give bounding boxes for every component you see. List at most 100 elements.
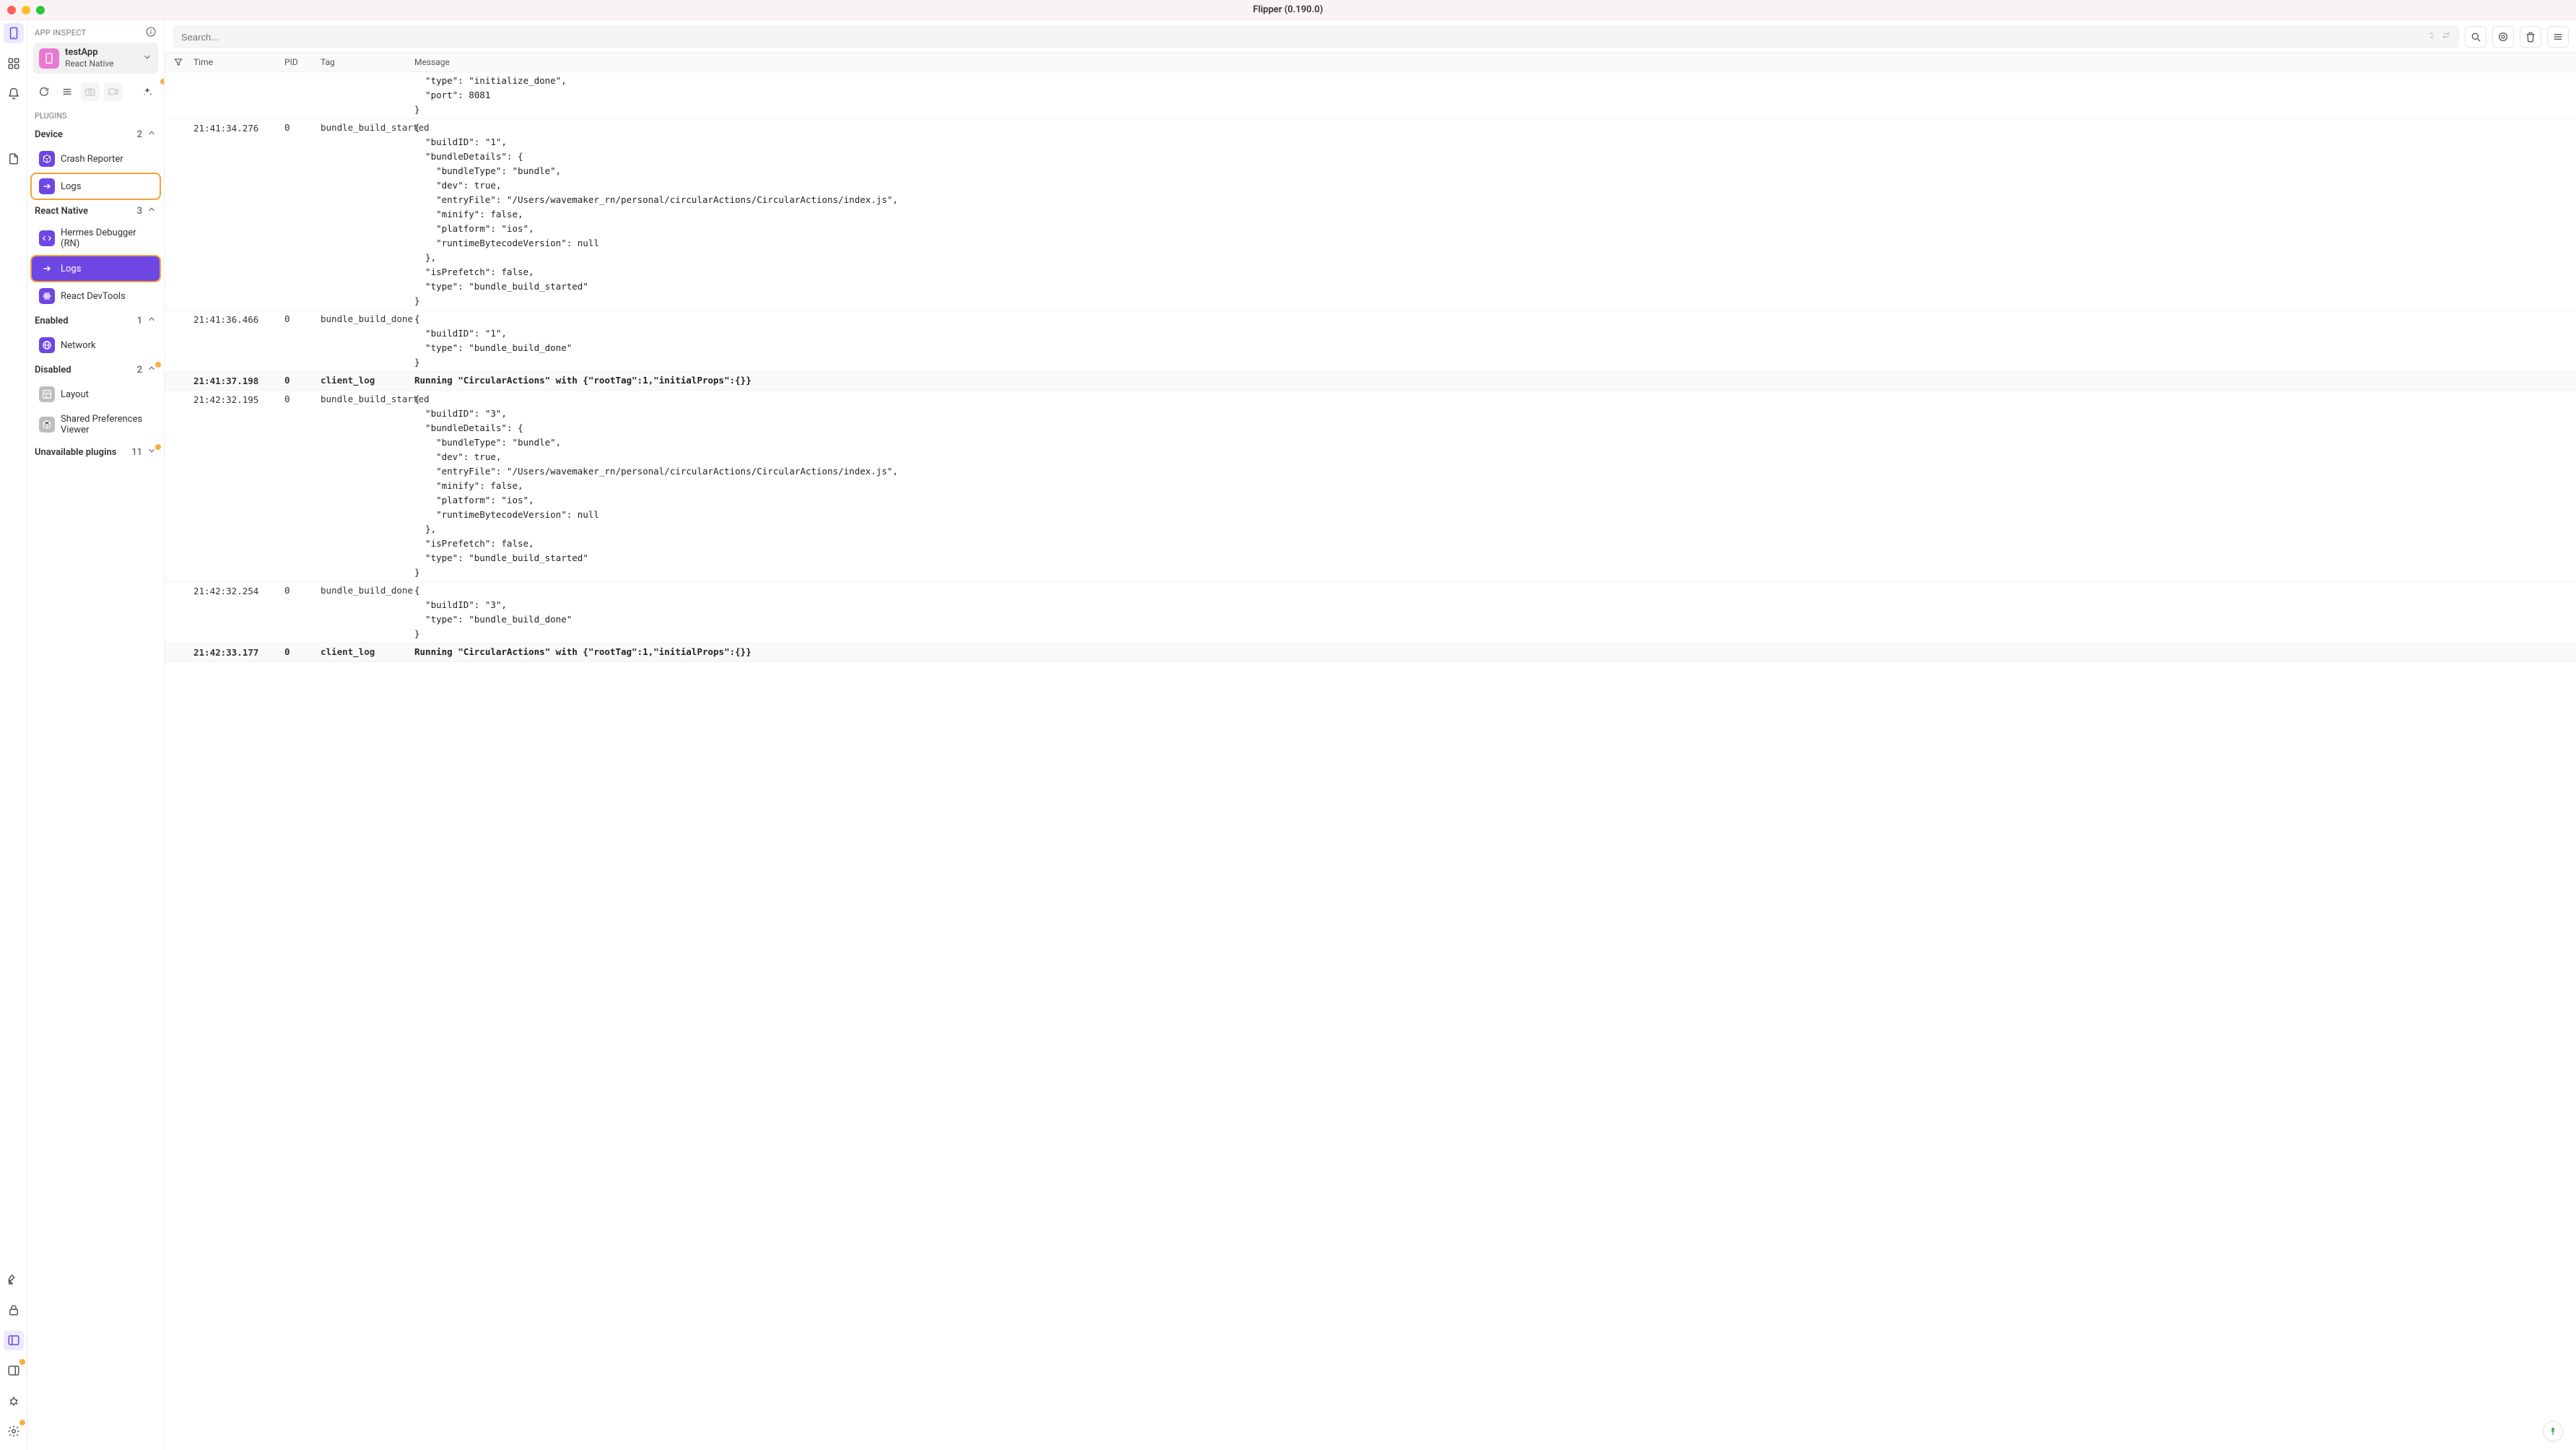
clear-button[interactable] (2520, 26, 2541, 48)
log-tag: bundle_build_done (321, 312, 414, 370)
log-message: { "buildID": "1", "bundleDetails": { "bu… (414, 121, 2576, 308)
log-message: Running "CircularActions" with {"rootTag… (414, 645, 2576, 660)
rail-file-icon[interactable] (4, 149, 24, 169)
sidebar-item-device-logs[interactable]: Logs (32, 174, 160, 199)
code-icon (39, 230, 55, 246)
rail-bug-icon[interactable] (4, 1391, 24, 1411)
log-message: { "buildID": "3", "type": "bundle_build_… (414, 583, 2576, 641)
log-tag (321, 74, 414, 117)
rail-left-panel-toggle[interactable] (4, 1330, 24, 1350)
sidebar-item-label: Hermes Debugger (RN) (61, 227, 152, 249)
log-message: { "buildID": "3", "bundleDetails": { "bu… (414, 392, 2576, 580)
log-row[interactable]: 21:42:32.1950bundle_build_started{ "buil… (165, 391, 2576, 582)
sidebar: APP INSPECT testApp React Native PLUGINS (27, 20, 165, 1450)
app-platform: React Native (65, 58, 114, 69)
search-button[interactable] (2465, 26, 2486, 48)
log-pid (284, 74, 321, 117)
chevron-up-icon (147, 204, 157, 217)
globe-icon (39, 337, 55, 353)
column-time[interactable]: Time (191, 57, 284, 67)
sidebar-item-react-devtools[interactable]: React DevTools (32, 284, 160, 308)
section-enabled[interactable]: Enabled 1 (27, 310, 164, 331)
log-time: 21:42:32.254 (173, 583, 284, 641)
pin-to-bottom-button[interactable] (2543, 1421, 2563, 1441)
sidebar-item-label: Logs (61, 264, 81, 274)
sparkle-button[interactable] (138, 82, 157, 101)
log-pid: 0 (284, 583, 321, 641)
record-button (104, 82, 123, 101)
info-icon[interactable] (145, 26, 157, 40)
log-row[interactable]: 21:41:37.1980client_logRunning "Circular… (165, 372, 2576, 391)
section-title: Unavailable plugins (35, 447, 116, 458)
app-selector[interactable]: testApp React Native (33, 43, 158, 74)
icon-rail (0, 20, 27, 1450)
section-count: 1 (137, 316, 142, 326)
column-pid[interactable]: PID (284, 57, 321, 67)
arrow-icon (39, 178, 55, 194)
sidebar-item-layout[interactable]: Layout (32, 382, 160, 407)
log-body[interactable]: "type": "initialize_done", "port": 8081 … (165, 72, 2576, 1450)
sidebar-item-rn-logs[interactable]: Logs (32, 256, 160, 281)
sidebar-item-shared-prefs[interactable]: Shared Preferences Viewer (32, 409, 160, 440)
screenshot-button (81, 82, 100, 101)
column-message[interactable]: Message (414, 57, 2576, 67)
target-button[interactable] (2492, 26, 2514, 48)
rail-plugin-grid[interactable] (4, 53, 24, 74)
arrow-icon (39, 261, 55, 277)
log-row[interactable]: 21:41:34.2760bundle_build_started{ "buil… (165, 119, 2576, 311)
log-tag: client_log (321, 645, 414, 660)
window-minimize-button[interactable] (22, 6, 30, 14)
section-react-native[interactable]: React Native 3 (27, 200, 164, 222)
log-row[interactable]: 21:42:33.1770client_logRunning "Circular… (165, 643, 2576, 662)
log-message: { "buildID": "1", "type": "bundle_build_… (414, 312, 2576, 370)
rail-lock-icon[interactable] (4, 1300, 24, 1320)
sidebar-item-network[interactable]: Network (32, 333, 160, 357)
layout-icon (39, 386, 55, 402)
sidebar-item-crash-reporter[interactable]: Crash Reporter (32, 147, 160, 171)
reload-button[interactable] (35, 82, 53, 101)
dev-menu-button[interactable] (58, 82, 77, 101)
rail-notifications[interactable] (4, 84, 24, 104)
section-unavailable[interactable]: Unavailable plugins 11 (27, 441, 164, 463)
window-zoom-button[interactable] (36, 6, 45, 14)
section-count: 11 (131, 447, 142, 458)
chevron-up-icon (147, 128, 157, 141)
box-icon (39, 151, 55, 167)
sidebar-item-hermes-debugger[interactable]: Hermes Debugger (RN) (32, 223, 160, 253)
notification-dot (19, 1359, 25, 1365)
log-pid: 0 (284, 121, 321, 308)
sidebar-item-label: Network (61, 340, 96, 351)
log-time: 21:41:34.276 (173, 121, 284, 308)
log-pid: 0 (284, 645, 321, 660)
section-disabled[interactable]: Disabled 2 (27, 359, 164, 381)
notification-dot (19, 1420, 25, 1425)
notification-dot (155, 444, 161, 450)
menu-button[interactable] (2547, 26, 2569, 48)
section-count: 2 (137, 365, 142, 375)
search-box[interactable] (173, 26, 2459, 48)
search-input[interactable] (181, 32, 2427, 43)
updown-icon[interactable] (2427, 30, 2437, 43)
log-row[interactable]: "type": "initialize_done", "port": 8081 … (165, 72, 2576, 119)
sidebar-item-label: Shared Preferences Viewer (61, 414, 152, 435)
atom-icon (39, 288, 55, 304)
rail-app-inspect[interactable] (4, 23, 24, 43)
section-device[interactable]: Device 2 (27, 123, 164, 145)
log-time: 21:42:32.195 (173, 392, 284, 580)
log-row[interactable]: 21:41:36.4660bundle_build_done{ "buildID… (165, 311, 2576, 372)
swap-icon[interactable] (2441, 30, 2451, 43)
log-message: "type": "initialize_done", "port": 8081 … (414, 74, 2576, 117)
log-row[interactable]: 21:42:32.2540bundle_build_done{ "buildID… (165, 582, 2576, 643)
rail-settings-icon[interactable] (4, 1421, 24, 1441)
notification-dot (155, 362, 161, 368)
log-pid: 0 (284, 312, 321, 370)
rail-right-panel-toggle[interactable] (4, 1360, 24, 1381)
sidebar-item-label: React DevTools (61, 291, 126, 302)
column-tag[interactable]: Tag (321, 57, 414, 67)
filter-icon[interactable] (173, 57, 191, 67)
log-table-header: Time PID Tag Message (165, 52, 2576, 72)
section-title: Device (35, 129, 63, 140)
titlebar: Flipper (0.190.0) (0, 0, 2576, 20)
rail-rocket-icon[interactable] (4, 1269, 24, 1290)
window-close-button[interactable] (7, 6, 16, 14)
